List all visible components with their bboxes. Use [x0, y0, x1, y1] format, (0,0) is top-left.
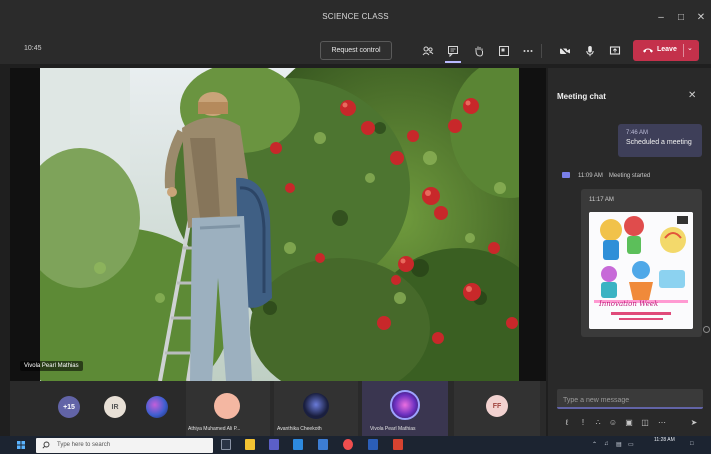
avatar: FF: [486, 395, 508, 417]
meeting-timer: 10:45: [24, 45, 42, 52]
participant-tile-ff[interactable]: FF: [454, 381, 540, 436]
search-placeholder: Type here to search: [57, 442, 111, 448]
poster-lettering: Innovation Week: [598, 300, 658, 308]
leave-button-label: Leave: [657, 46, 677, 53]
chevron-down-icon[interactable]: ⌄: [687, 44, 693, 52]
participant-tile-vivola-speaking[interactable]: Vivola Pearl Mathias: [362, 381, 448, 436]
message-time: 11:17 AM: [589, 197, 614, 203]
maximize-icon[interactable]: □: [674, 12, 688, 23]
taskbar-clock[interactable]: 11:28 AM: [654, 437, 675, 444]
participant-tile-avanthika[interactable]: Avanthika Cheekoth: [274, 381, 358, 436]
participant-overflow-tile[interactable]: +15: [46, 381, 92, 436]
close-window-icon[interactable]: ✕: [694, 12, 708, 23]
edge-app-icon[interactable]: [293, 439, 303, 450]
volume-icon[interactable]: ♫: [604, 441, 609, 447]
breakout-rooms-icon[interactable]: [496, 43, 512, 59]
avatar: [146, 396, 168, 418]
participant-name: Avanthika Cheekoth: [277, 426, 322, 432]
chat-icon[interactable]: [445, 43, 461, 59]
leave-divider: [683, 44, 684, 57]
presenter-name-tag: Vivola Pearl Mathias: [20, 361, 83, 371]
format-icon[interactable]: ℓ: [561, 417, 573, 429]
shared-photo-apple-orchard: [40, 68, 519, 381]
windows-start-icon[interactable]: [17, 441, 25, 449]
avatar: IR: [104, 396, 126, 418]
tray-chevron-icon[interactable]: ⌃: [592, 441, 597, 448]
minimize-icon[interactable]: –: [654, 12, 668, 23]
compose-box[interactable]: [557, 389, 703, 410]
more-options-icon[interactable]: ⋯: [656, 417, 668, 429]
camera-off-icon[interactable]: [557, 43, 573, 59]
taskbar-search-box[interactable]: Type here to search: [36, 438, 213, 453]
chat-system-message: 11:09 AM Meeting started: [562, 172, 656, 179]
hang-up-icon: [643, 48, 653, 53]
microphone-icon[interactable]: [582, 43, 598, 59]
window-title: SCIENCE CLASS: [322, 12, 389, 21]
task-view-icon[interactable]: [221, 439, 231, 450]
participant-name: Vivola Pearl Mathias: [370, 426, 416, 432]
title-bar: SCIENCE CLASS – □ ✕: [0, 0, 711, 38]
meeting-chat-panel: Meeting chat ✕ 7:46 AM Scheduled a meeti…: [548, 68, 711, 445]
sticker-icon[interactable]: ◫: [639, 417, 651, 429]
attach-icon[interactable]: ∴: [592, 417, 604, 429]
scroll-to-bottom-icon[interactable]: [703, 326, 710, 333]
powerpoint-app-icon[interactable]: [393, 439, 403, 450]
more-options-icon[interactable]: [520, 43, 536, 59]
file-explorer-icon[interactable]: [245, 439, 255, 450]
raise-hand-icon[interactable]: [471, 43, 487, 59]
close-icon[interactable]: ✕: [688, 90, 696, 101]
gif-icon[interactable]: ▣: [623, 417, 635, 429]
message-time: 11:09 AM: [578, 172, 603, 179]
chat-image-message[interactable]: 11:17 AM Innovation Week: [581, 189, 702, 337]
request-control-button[interactable]: Request control: [320, 41, 392, 60]
participant-name: Athiya Muhamed Ali P...: [188, 426, 241, 432]
word-app-icon[interactable]: [368, 439, 378, 450]
shared-poster-image[interactable]: Innovation Week: [589, 212, 693, 329]
meeting-icon: [562, 172, 570, 178]
message-time: 7:46 AM: [626, 130, 649, 136]
send-icon[interactable]: ➤: [688, 417, 700, 429]
avatar: [390, 390, 420, 420]
message-input[interactable]: [557, 391, 703, 410]
chat-panel-title: Meeting chat: [557, 92, 606, 101]
participants-icon[interactable]: [420, 43, 436, 59]
participant-tile-athiya[interactable]: Athiya Muhamed Ali P...: [186, 381, 270, 436]
participant-tile-ir[interactable]: IR: [96, 381, 136, 436]
priority-icon[interactable]: !: [577, 417, 589, 429]
chat-active-indicator: [445, 61, 461, 63]
avatar: [214, 393, 240, 419]
teams-app-icon[interactable]: [269, 439, 279, 450]
notifications-icon[interactable]: □: [690, 441, 694, 447]
teams-meeting-window: SCIENCE CLASS – □ ✕ 10:45 Request contro…: [0, 0, 711, 454]
shared-content-stage: Vivola Pearl Mathias: [10, 68, 546, 381]
leave-button[interactable]: Leave ⌄: [633, 40, 699, 61]
message-text: Scheduled a meeting: [626, 139, 692, 146]
chat-message-mine: 7:46 AM Scheduled a meeting: [618, 124, 702, 157]
share-screen-icon[interactable]: [607, 43, 623, 59]
search-icon: [42, 441, 50, 449]
message-text: Meeting started: [608, 172, 651, 179]
windows-taskbar: Type here to search ⌃ ♫ ▤ ▭ 11:28 AM □: [0, 436, 711, 454]
network-icon[interactable]: ▤: [616, 441, 622, 448]
participant-tile-photo[interactable]: [138, 381, 178, 436]
emoji-icon[interactable]: ☺: [607, 417, 619, 429]
store-app-icon[interactable]: [318, 439, 328, 450]
avatar: [303, 393, 329, 419]
battery-icon[interactable]: ▭: [628, 441, 634, 448]
overflow-count-badge: +15: [58, 396, 80, 418]
participant-strip: +15 IR Athiya Muhamed Ali P... Avanthika…: [10, 381, 546, 436]
chrome-app-icon[interactable]: [343, 439, 353, 450]
toolbar-separator: [541, 44, 542, 58]
meeting-toolbar: 10:45 Request control Leave ⌄: [0, 38, 711, 64]
